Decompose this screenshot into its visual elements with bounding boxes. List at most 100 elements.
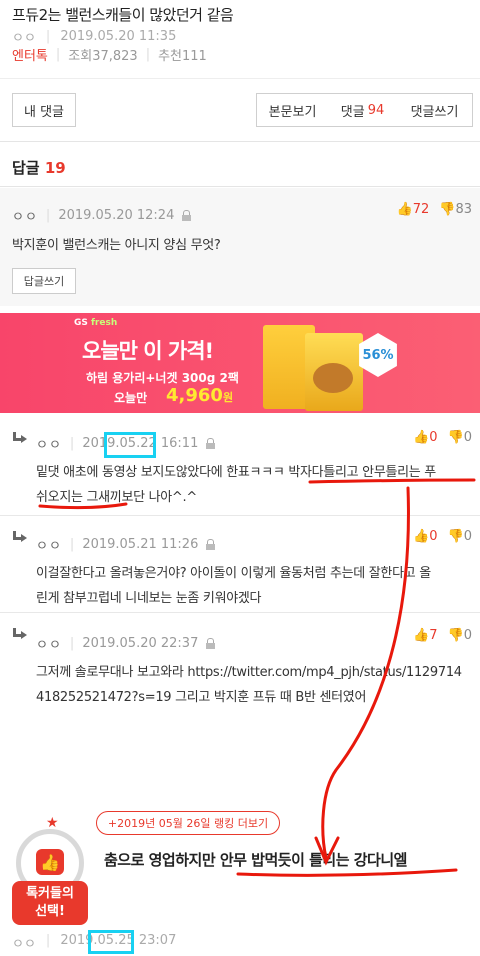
view-body-button[interactable]: 본문보기 [256,93,329,127]
ad-price: 4,960원 [166,385,233,406]
reply-author[interactable]: ㅇㅇ [36,434,62,453]
ad-price-label: 오늘만 [114,391,148,405]
ad-price-unit: 원 [222,391,234,404]
post-recommends: 추천111 [158,49,207,64]
ad-headline: 오늘만 이 가격! [82,339,214,363]
post-title: 프듀2는 밸런스캐들이 많았던거 같음 [12,6,234,24]
post-category[interactable]: 엔터톡 [12,45,48,64]
downvote-button[interactable]: 👎0 [448,628,472,643]
reply-arrow-icon [12,531,28,545]
reply-author[interactable]: ㅇㅇ [36,535,62,554]
reply-datetime: 2019.05.20 22:37 [82,636,199,651]
reply-write-button[interactable]: 답글쓰기 [12,268,76,294]
lock-icon[interactable] [206,539,216,550]
downvote-button[interactable]: 👎0 [448,529,472,544]
divider: | [45,29,51,44]
downvote-count: 83 [455,202,472,217]
ad-banner[interactable]: GS fresh 오늘만 이 가격! 하림 용가리+너겟 300g 2팩 오늘만… [0,313,480,413]
badge-line: 톡커들의 [26,886,74,901]
comment-datetime: 2019.05.20 12:24 [58,208,175,223]
lock-icon[interactable] [182,210,192,221]
thumb-up-icon: 👍 [396,202,413,217]
badge-line: 선택! [35,904,65,919]
product-image [305,333,363,411]
post-author[interactable]: ㅇㅇ [12,27,36,46]
upvote-count: 7 [429,628,438,643]
replies-header: 답글 19 [0,141,480,187]
reply-text-line: 418252521472?s=19 그리고 박지훈 프듀 때 B반 센터였어 [36,690,367,705]
reply-text-line: 그저께 솔로무대나 보고와라 https://twitter.com/mp4_p… [36,665,462,680]
comment-toolbar: 내 댓글 본문보기 댓글 94 댓글쓰기 [0,78,480,140]
reply-arrow-icon [12,432,28,446]
upvote-button[interactable]: 👍7 [413,628,437,643]
main-comment: ㅇㅇ | 2019.05.20 12:24 👍72 👎83 박지훈이 밸런스캐는… [0,188,480,306]
ranking-datetime: 2019.05.25 23:07 [60,933,177,948]
comments-button[interactable]: 댓글 94 [328,93,398,127]
reply-text-line: 린게 참부끄럽네 니네보는 눈좀 키워야겠다 [36,591,262,606]
reply-text: 이걸잘한다고 올려놓은거야? 아이돌이 이렇게 율동처럼 추는데 잘한다고 올 … [36,561,431,611]
downvote-count: 0 [463,430,472,445]
my-comments-button[interactable]: 내 댓글 [12,93,76,127]
post-datetime: 2019.05.20 11:35 [60,29,177,44]
reply-text-line: 쉬오지는 그새끼보단 나아^.^ [36,490,197,505]
ad-brand: GS fresh [74,318,117,328]
thumb-up-icon: 👍 [413,529,430,544]
ad-description: 하림 용가리+너겟 300g 2팩 [86,371,239,385]
thumb-up-icon: 👍 [413,430,430,445]
reply-meta: ㅇㅇ | 2019.05.22 16:11 [36,434,216,453]
reply-text: 밑댓 애초에 동영상 보지도않았다에 한표ㅋㅋㅋ 박자다틀리고 안무틀리는 푸 … [36,460,436,510]
ranking-meta: ㅇㅇ | 2019.05.25 23:07 [12,933,176,952]
thumb-down-icon: 👎 [447,430,464,445]
comments-label: 댓글 [340,104,365,120]
ad-brand-suffix: fresh [91,318,118,328]
divider: | [69,537,75,552]
divider: | [69,636,75,651]
ranking-author[interactable]: ㅇㅇ [12,933,36,952]
thumb-down-icon: 👎 [447,628,464,643]
thumb-down-icon: 👎 [439,202,456,217]
downvote-button[interactable]: 👎0 [448,430,472,445]
reply-item: ㅇㅇ | 2019.05.22 16:11 👍0 👎0 밑댓 애초에 동영상 보… [0,420,480,516]
ad-price-value: 4,960 [166,385,223,406]
divider: | [55,47,61,62]
reply-item: ㅇㅇ | 2019.05.21 11:26 👍0 👎0 이걸잘한다고 올려놓은거… [0,517,480,613]
reply-author[interactable]: ㅇㅇ [36,634,62,653]
downvote-button[interactable]: 👎83 [439,202,472,217]
divider: | [145,47,151,62]
ranking-section: ★ 👍 톡커들의 선택! +2019년 05월 26일 랭킹 더보기 춤으로 영… [0,795,480,956]
thumb-up-icon: 👍 [36,849,64,875]
upvote-count: 0 [429,529,438,544]
post-views: 조회37,823 [68,49,138,64]
upvote-button[interactable]: 👍0 [413,430,437,445]
comment-text: 박지훈이 밸런스캐는 아니지 양심 무엇? [12,238,221,253]
page: 프듀2는 밸런스캐들이 많았던거 같음 ㅇㅇ | 2019.05.20 11:3… [0,0,480,956]
thumbs-up-medal-icon: ★ 👍 톡커들의 선택! [12,815,92,929]
lock-icon[interactable] [206,638,216,649]
badge-label: 톡커들의 선택! [12,881,88,925]
reply-datetime: 2019.05.22 16:11 [82,436,199,451]
divider: | [69,436,75,451]
comment-author[interactable]: ㅇㅇ [12,206,38,225]
ranking-more-link[interactable]: +2019년 05월 26일 랭킹 더보기 [96,811,280,835]
write-comment-button[interactable]: 댓글쓰기 [397,93,473,127]
comment-meta: ㅇㅇ | 2019.05.20 12:24 [12,206,192,225]
lock-icon[interactable] [206,438,216,449]
upvote-button[interactable]: 👍0 [413,529,437,544]
reply-votes: 👍0 👎0 [413,430,472,445]
reply-votes: 👍7 👎0 [413,628,472,643]
replies-label: 답글 [12,159,40,177]
upvote-count: 0 [429,430,438,445]
reply-text: 그저께 솔로무대나 보고와라 https://twitter.com/mp4_p… [36,660,462,710]
reply-meta: ㅇㅇ | 2019.05.20 22:37 [36,634,216,653]
upvote-count: 72 [412,202,430,217]
reply-arrow-icon [12,628,28,642]
reply-item: ㅇㅇ | 2019.05.20 22:37 👍7 👎0 그저께 솔로무대나 보고… [0,614,480,710]
reply-meta: ㅇㅇ | 2019.05.21 11:26 [36,535,216,554]
thumb-down-icon: 👎 [447,529,464,544]
ad-brand-prefix: GS [74,318,88,328]
reply-votes: 👍0 👎0 [413,529,472,544]
replies-count: 19 [44,159,66,177]
post-meta: ㅇㅇ | 2019.05.20 11:35 [12,27,176,46]
ranking-post-title[interactable]: 춤으로 영업하지만 안무 밥먹듯이 틀리는 강다니엘 [104,849,407,870]
upvote-button[interactable]: 👍72 [397,202,430,217]
